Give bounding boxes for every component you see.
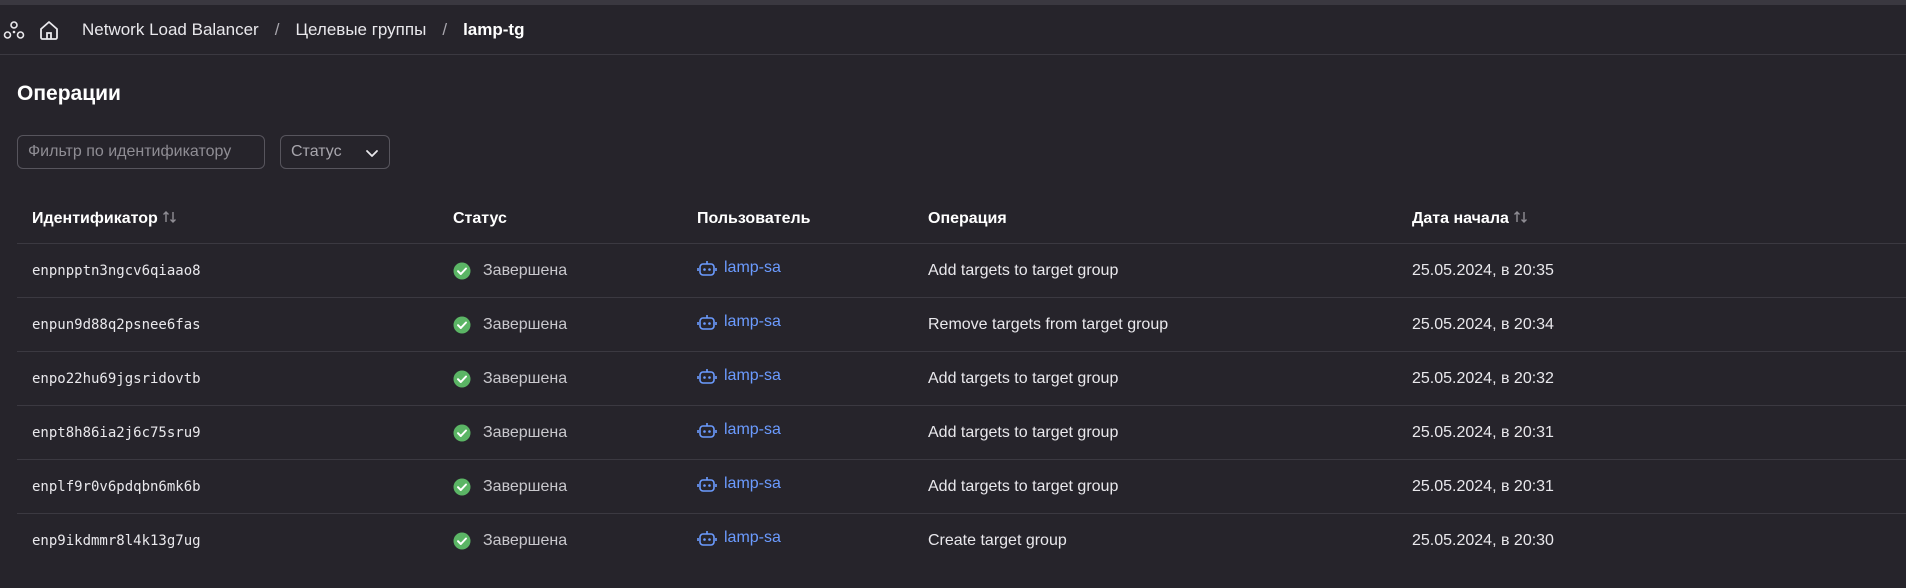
operation-id: enp9ikdmmr8l4k13g7ug [32,532,201,549]
user-name: lamp-sa [724,529,781,546]
sort-icon[interactable] [162,210,178,224]
breadcrumb-current: lamp-tg [463,20,525,39]
user-link[interactable]: lamp-sa [697,367,781,385]
start-date: 25.05.2024, в 20:35 [1397,243,1906,298]
robot-icon [697,261,717,276]
top-bar: Network Load Balancer / Целевые группы /… [0,5,1906,55]
table-row[interactable]: enpnpptn3ngcv6qiaao8 Завершена lamp-sa A… [17,243,1906,298]
status-filter-label: Статус [291,143,342,160]
status-cell: Завершена [438,405,682,460]
operation-id: enpt8h86ia2j6c75sru9 [17,405,438,460]
breadcrumb: Network Load Balancer / Целевые группы /… [82,20,524,40]
check-circle-icon [453,262,471,279]
start-date: 25.05.2024, в 20:31 [1397,405,1906,460]
operation-id: enpnpptn3ngcv6qiaao8 [17,243,438,298]
status-text: Завершена [483,315,568,333]
user-cell: lamp-sa [682,514,913,568]
status-text: Завершена [483,261,568,279]
column-header-date-label: Дата начала [1412,209,1509,227]
id-filter-input[interactable] [17,135,265,169]
user-name: lamp-sa [724,313,781,330]
table-row[interactable]: enpo22hu69jgsridovtb Завершена lamp-sa A… [17,351,1906,406]
user-name: lamp-sa [724,421,781,438]
status-cell: Завершена [438,243,682,298]
chevron-down-icon [366,150,378,157]
user-name: lamp-sa [724,259,781,276]
column-header-operation: Операция [913,194,1397,244]
operation-name: Create target group [928,531,1067,549]
column-header-user: Пользователь [682,194,913,244]
table-row[interactable]: enpt8h86ia2j6c75sru9 Завершена lamp-sa A… [17,405,1906,460]
start-date: 25.05.2024, в 20:34 [1397,297,1906,352]
status-text: Завершена [483,531,568,549]
status-text: Завершена [483,477,568,495]
table-row[interactable]: enp9ikdmmr8l4k13g7ug Завершена lamp-sa C… [17,514,1906,568]
breadcrumb-target-groups[interactable]: Целевые группы [295,20,426,40]
operation-name: Add targets to target group [913,459,1397,514]
home-icon[interactable] [38,19,60,41]
breadcrumb-network-load-balancer[interactable]: Network Load Balancer [82,20,259,40]
operation-name: Add targets to target group [913,243,1397,298]
services-icon[interactable] [3,20,25,42]
status-cell: Завершена [438,297,682,352]
check-circle-icon [453,370,471,387]
sort-icon[interactable] [1513,210,1529,224]
breadcrumb-separator: / [442,20,448,39]
operation-id: enpun9d88q2psnee6fas [17,297,438,352]
status-text: Завершена [483,423,568,441]
column-header-id[interactable]: Идентификатор [17,194,438,244]
user-link[interactable]: lamp-sa [697,475,781,493]
operation-name: Add targets to target group [913,405,1397,460]
operation-id: enpo22hu69jgsridovtb [17,351,438,406]
operation-name: Remove targets from target group [913,297,1397,352]
check-circle-icon [453,532,471,549]
status-cell: Завершена [438,459,682,514]
robot-icon [697,477,717,492]
table-row[interactable]: enplf9r0v6pdqbn6mk6b Завершена lamp-sa A… [17,459,1906,514]
user-link[interactable]: lamp-sa [697,529,781,547]
table-row[interactable]: enpun9d88q2psnee6fas Завершена lamp-sa R… [17,297,1906,352]
robot-icon [697,369,717,384]
status-filter-select[interactable]: Статус [280,135,390,169]
breadcrumb-separator: / [274,20,280,39]
user-cell: lamp-sa [682,459,913,514]
user-cell: lamp-sa [682,351,913,406]
operations-table: Идентификатор Статус Пользователь Операц… [17,194,1906,567]
user-cell: lamp-sa [682,243,913,298]
user-link[interactable]: lamp-sa [697,259,781,277]
operation-id: enplf9r0v6pdqbn6mk6b [17,459,438,514]
start-date: 25.05.2024, в 20:32 [1397,351,1906,406]
user-cell: lamp-sa [682,297,913,352]
check-circle-icon [453,478,471,495]
start-date: 25.05.2024, в 20:30 [1412,531,1554,549]
status-text: Завершена [483,369,568,387]
user-name: lamp-sa [724,367,781,384]
robot-icon [697,315,717,330]
status-cell: Завершена [438,514,682,568]
robot-icon [697,423,717,438]
table-header-row: Идентификатор Статус Пользователь Операц… [17,194,1906,244]
user-link[interactable]: lamp-sa [697,421,781,439]
robot-icon [697,531,717,546]
start-date: 25.05.2024, в 20:31 [1397,459,1906,514]
column-header-status: Статус [438,194,682,244]
check-circle-icon [453,424,471,441]
page-title: Операции [17,82,121,105]
column-header-date[interactable]: Дата начала [1397,194,1906,244]
user-cell: lamp-sa [682,405,913,460]
column-header-id-label: Идентификатор [32,209,158,227]
user-name: lamp-sa [724,475,781,492]
user-link[interactable]: lamp-sa [697,313,781,331]
status-cell: Завершена [438,351,682,406]
operation-name: Add targets to target group [913,351,1397,406]
check-circle-icon [453,316,471,333]
